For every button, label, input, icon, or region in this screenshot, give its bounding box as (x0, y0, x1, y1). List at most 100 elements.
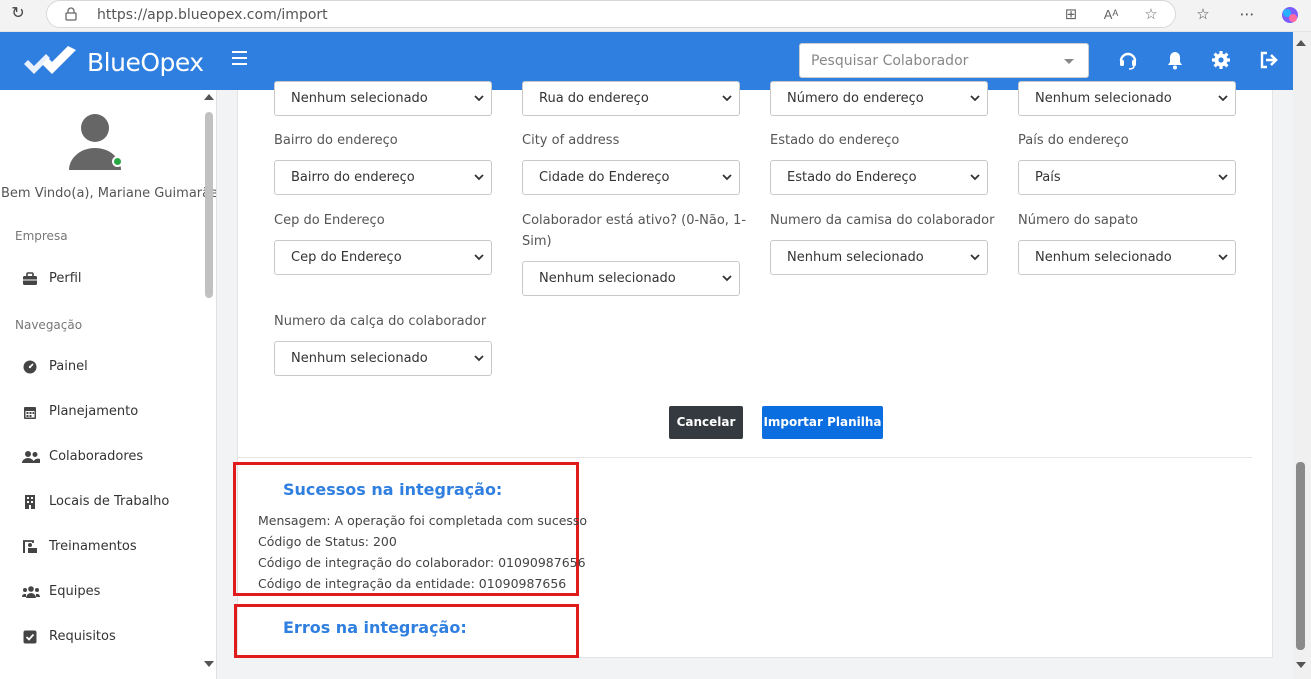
sidebar-scrollbar[interactable] (203, 90, 215, 679)
chevron-down-icon (970, 95, 980, 102)
url-text: https://app.blueopex.com/import (97, 7, 328, 23)
mapping-select[interactable]: Rua do endereço (522, 81, 740, 116)
chevron-down-icon (1218, 174, 1228, 181)
apps-icon[interactable]: ⊞ (1061, 5, 1081, 25)
sidebar: Bem Vindo(a), Mariane Guimarães Empresa … (0, 90, 217, 679)
chevron-down-icon (722, 275, 732, 282)
sidebar-item-label: Planejamento (49, 404, 139, 419)
chevron-down-icon (1218, 95, 1228, 102)
result-entity-code: Código de integração da entidade: 010909… (258, 576, 567, 591)
bell-icon[interactable] (1164, 49, 1186, 71)
divider (238, 457, 1252, 458)
sidebar-item-requisitos[interactable]: Requisitos (22, 627, 202, 649)
chalkboard-icon (23, 540, 37, 553)
section-navigation: Navegação (15, 318, 83, 332)
team-icon (22, 586, 40, 598)
sidebar-item-label: Locais de Trabalho (49, 494, 170, 509)
chevron-down-icon (1064, 59, 1074, 64)
scrollbar-thumb[interactable] (205, 112, 213, 298)
sidebar-item-perfil[interactable]: Perfil (22, 269, 202, 291)
checkbox-icon (23, 630, 37, 644)
field-label: Sim) (522, 234, 552, 249)
scroll-down-icon[interactable] (1296, 662, 1306, 668)
section-company: Empresa (15, 229, 68, 243)
mapping-select[interactable]: Cidade do Endereço (522, 160, 740, 195)
sidebar-item-label: Perfil (49, 271, 82, 286)
online-status-dot (112, 156, 123, 167)
gear-icon[interactable] (1210, 49, 1232, 71)
refresh-icon[interactable]: ↻ (8, 4, 28, 24)
headset-icon[interactable] (1117, 49, 1139, 71)
mapping-select[interactable]: País (1018, 160, 1236, 195)
favorite-star-icon[interactable]: ☆ (1141, 5, 1161, 25)
collaborator-search-select[interactable]: Pesquisar Colaborador (799, 43, 1089, 78)
field-label: Numero da calça do colaborador (274, 314, 487, 329)
mapping-select[interactable]: Nenhum selecionado (522, 261, 740, 296)
sidebar-item-planejamento[interactable]: Planejamento (22, 402, 202, 424)
sidebar-item-painel[interactable]: Painel (22, 357, 202, 379)
result-collaborator-code: Código de integração do colaborador: 010… (258, 555, 586, 570)
scrollbar-thumb[interactable] (1296, 462, 1305, 650)
mapping-select[interactable]: Número do endereço (770, 81, 988, 116)
errors-results-highlight: Erros na integração: (234, 604, 579, 658)
sidebar-item-label: Treinamentos (49, 539, 137, 554)
sidebar-item-label: Requisitos (49, 629, 116, 644)
lock-icon (65, 7, 77, 21)
sidebar-item-colaboradores[interactable]: Colaboradores (22, 447, 202, 469)
address-bar[interactable]: https://app.blueopex.com/import ⊞ Aᴬ ☆ (46, 0, 1176, 28)
copilot-icon[interactable] (1279, 4, 1301, 26)
browser-toolbar: ↻ https://app.blueopex.com/import ⊞ Aᴬ ☆… (0, 0, 1311, 32)
success-title: Sucessos na integração: (283, 480, 503, 499)
users-icon (22, 451, 40, 463)
field-label: City of address (522, 133, 620, 148)
page-scrollbar[interactable] (1293, 32, 1311, 679)
chevron-down-icon (970, 254, 980, 261)
errors-title: Erros na integração: (283, 618, 467, 637)
field-label: País do endereço (1018, 133, 1129, 148)
sidebar-item-label: Painel (49, 359, 88, 374)
import-spreadsheet-button[interactable]: Importar Planilha (762, 406, 883, 439)
brand-logo-icon (24, 46, 76, 74)
mapping-select[interactable]: Bairro do endereço (274, 160, 492, 195)
mapping-select[interactable]: Nenhum selecionado (274, 341, 492, 376)
chevron-down-icon (474, 355, 484, 362)
scroll-down-icon[interactable] (204, 661, 214, 667)
chevron-down-icon (722, 95, 732, 102)
chevron-down-icon (970, 174, 980, 181)
mapping-select[interactable]: Nenhum selecionado (274, 81, 492, 116)
gauge-icon (23, 360, 37, 374)
more-menu-icon[interactable]: ⋯ (1236, 4, 1258, 26)
logout-icon[interactable] (1258, 49, 1280, 71)
sidebar-item-equipes[interactable]: Equipes (22, 582, 202, 604)
success-results-highlight: Sucessos na integração: Mensagem: A oper… (233, 462, 587, 596)
briefcase-icon (23, 272, 37, 285)
read-aloud-icon[interactable]: Aᴬ (1101, 5, 1121, 25)
calendar-icon (24, 407, 36, 419)
result-status-code: Código de Status: 200 (258, 534, 397, 549)
chevron-down-icon (1218, 254, 1228, 261)
cancel-button[interactable]: Cancelar (669, 406, 743, 439)
mapping-select[interactable]: Cep do Endereço (274, 240, 492, 275)
main-content: Nenhum selecionado Rua do endereço Númer… (217, 81, 1293, 679)
brand-name: BlueOpex (87, 48, 204, 77)
favorites-list-icon[interactable]: ☆ (1192, 4, 1214, 26)
chevron-down-icon (474, 95, 484, 102)
menu-toggle-icon[interactable] (232, 51, 248, 65)
scroll-up-icon[interactable] (204, 94, 214, 100)
mapping-select[interactable]: Nenhum selecionado (1018, 240, 1236, 275)
sidebar-item-label: Equipes (49, 584, 101, 599)
scroll-up-icon[interactable] (1296, 40, 1306, 46)
sidebar-item-treinamentos[interactable]: Treinamentos (22, 537, 202, 559)
field-label: Cep do Endereço (274, 213, 385, 228)
chevron-down-icon (722, 174, 732, 181)
chevron-down-icon (474, 254, 484, 261)
building-icon (25, 495, 35, 509)
mapping-select[interactable]: Nenhum selecionado (770, 240, 988, 275)
field-label: Bairro do endereço (274, 133, 398, 148)
field-label: Numero da camisa do colaborador (770, 213, 995, 228)
field-label: Colaborador está ativo? (0-Não, 1- (522, 213, 747, 228)
mapping-select[interactable]: Nenhum selecionado (1018, 81, 1236, 116)
sidebar-item-locais-de-trabalho[interactable]: Locais de Trabalho (22, 492, 202, 514)
mapping-select[interactable]: Estado do Endereço (770, 160, 988, 195)
field-label: Estado do endereço (770, 133, 900, 148)
